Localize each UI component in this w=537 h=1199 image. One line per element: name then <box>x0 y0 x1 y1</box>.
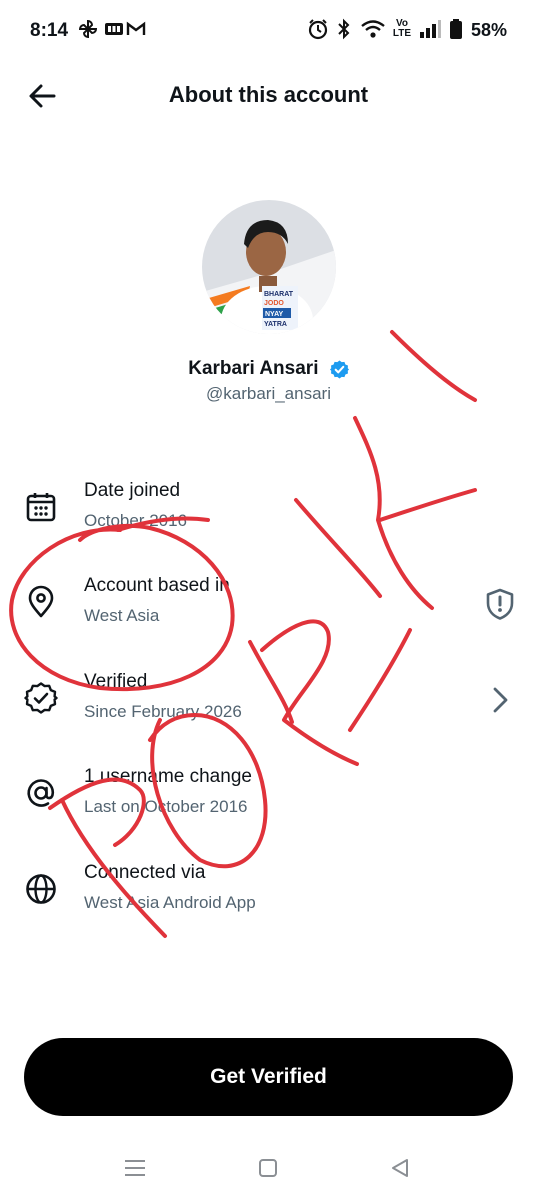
recent-apps-icon[interactable] <box>120 1154 150 1182</box>
svg-text:BHARAT: BHARAT <box>264 291 294 298</box>
battery-icon <box>450 19 462 39</box>
gmail-icon <box>126 21 146 35</box>
row-connected-via: Connected via West Asia Android App <box>0 860 537 940</box>
battery-percent: 58% <box>470 20 507 40</box>
chevron-right-icon[interactable] <box>483 683 517 717</box>
row-subtitle: West Asia <box>84 606 160 625</box>
profile-name-row: Karbari Ansari <box>0 358 537 380</box>
volte-label: Vo LTE <box>392 18 412 39</box>
alarm-icon <box>308 19 328 40</box>
row-account-based-in[interactable]: Account based in West Asia <box>0 573 537 653</box>
status-time: 8:14 <box>30 20 69 41</box>
news-icon <box>105 23 123 35</box>
row-subtitle: Since February 2026 <box>84 702 242 721</box>
status-bar: 8:14 Vo LTE 58% <box>0 0 537 60</box>
row-subtitle: Last on October 2016 <box>84 797 248 816</box>
location-pin-icon <box>28 585 54 618</box>
pinwheel-icon <box>78 19 98 39</box>
row-title: Connected via <box>84 862 206 883</box>
app-header: About this account <box>0 66 537 126</box>
row-title: Date joined <box>84 480 181 501</box>
svg-text:NYAY: NYAY <box>265 311 283 318</box>
row-title: Verified <box>84 671 148 692</box>
row-subtitle: October 2016 <box>84 511 188 530</box>
home-icon[interactable] <box>253 1154 283 1182</box>
shield-alert-icon[interactable] <box>483 587 517 621</box>
avatar[interactable]: BHARAT JODO NYAY YATRA <box>202 200 336 334</box>
row-date-joined: Date joined October 2016 <box>0 478 537 558</box>
page-title: About this account <box>168 82 369 107</box>
system-nav-bar <box>0 1140 537 1199</box>
get-verified-button[interactable]: Get Verified <box>24 1038 513 1116</box>
wifi-icon <box>361 20 385 38</box>
at-sign-icon <box>27 779 55 807</box>
bluetooth-icon <box>338 18 350 40</box>
profile-name: Karbari Ansari <box>188 358 319 379</box>
signal-icon <box>420 20 441 38</box>
svg-text:YATRA: YATRA <box>264 321 287 328</box>
profile-handle: @karbari_ansari <box>206 384 331 403</box>
verified-check-icon <box>24 682 58 714</box>
row-verified[interactable]: Verified Since February 2026 <box>0 669 537 749</box>
row-subtitle: West Asia Android App <box>84 893 256 912</box>
row-title: 1 username change <box>84 766 252 787</box>
back-nav-icon[interactable] <box>385 1154 415 1182</box>
svg-text:JODO: JODO <box>264 300 284 307</box>
avatar-photo: BHARAT JODO NYAY YATRA <box>202 200 336 334</box>
verified-badge-icon <box>329 359 349 379</box>
globe-icon <box>26 874 56 904</box>
row-title: Account based in <box>84 575 230 596</box>
calendar-icon <box>26 493 56 522</box>
row-username-change: 1 username change Last on October 2016 <box>0 764 537 844</box>
